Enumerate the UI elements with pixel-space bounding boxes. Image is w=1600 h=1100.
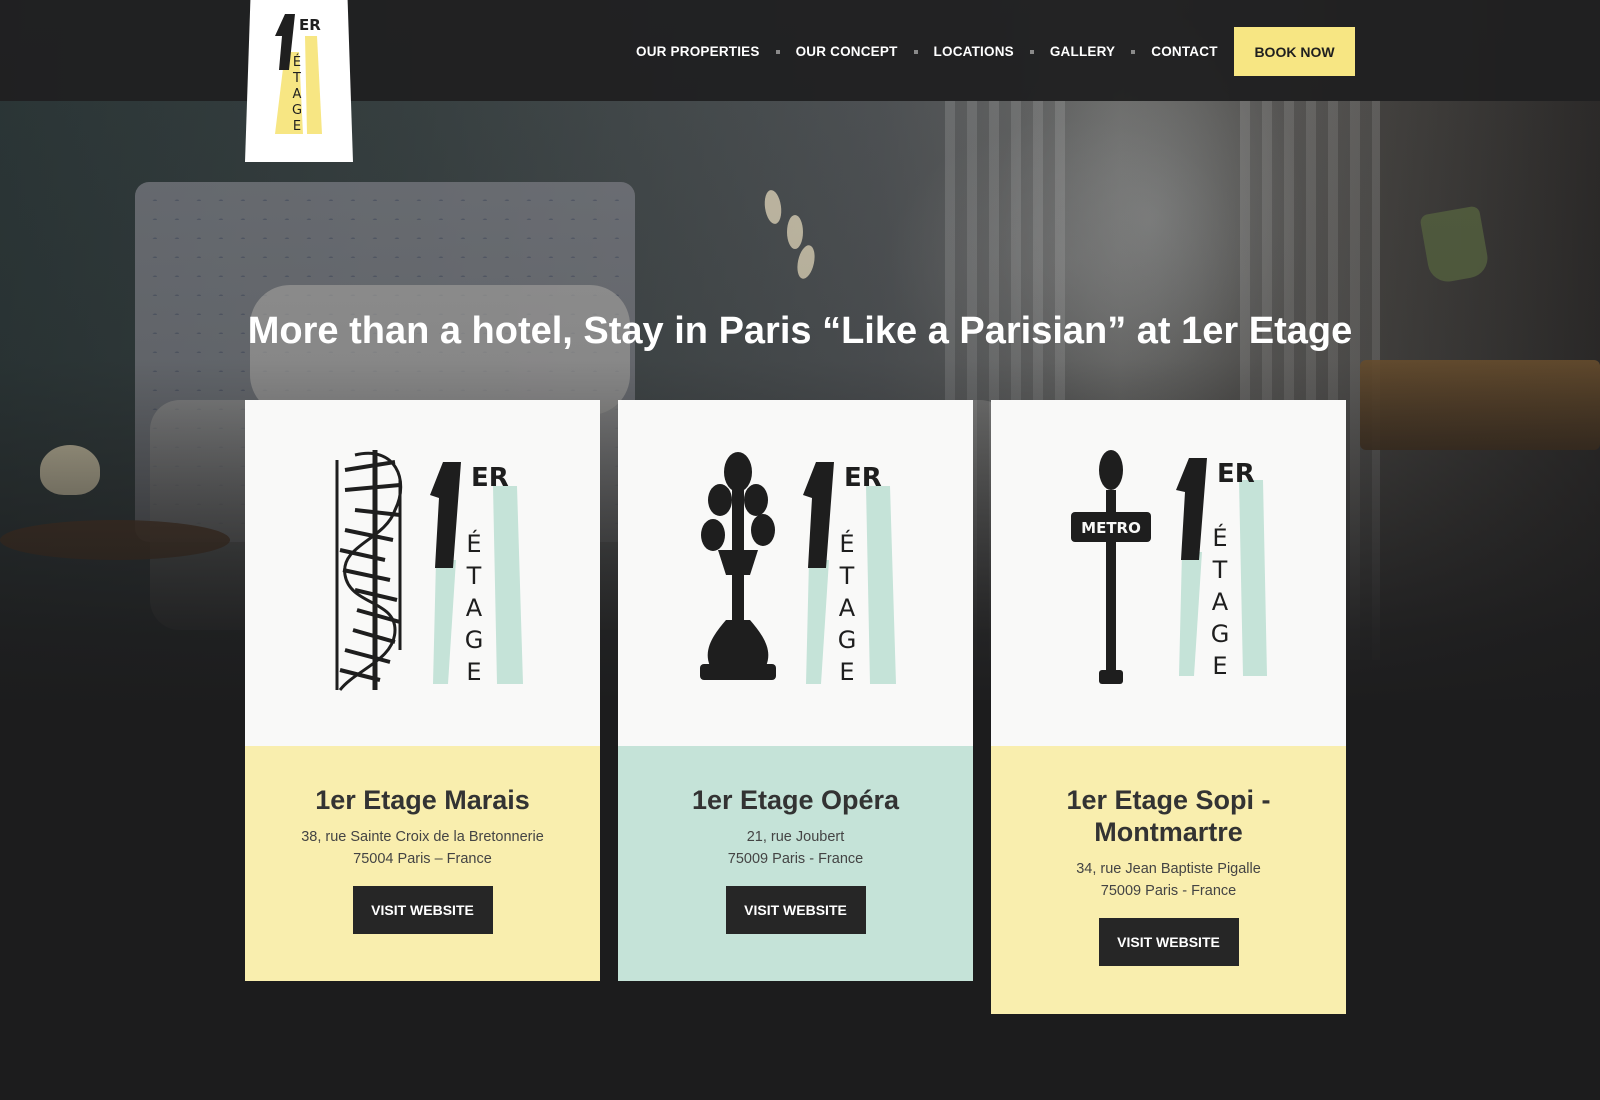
nav-item-contact[interactable]: CONTACT [1151, 44, 1217, 59]
property-info-panel: 1er Etage Sopi - Montmartre 34, rue Jean… [991, 746, 1346, 1014]
visit-website-button[interactable]: VISIT WEBSITE [352, 886, 493, 934]
nav-separator [1029, 49, 1034, 54]
property-address: 38, rue Sainte Croix de la Bretonnerie 7… [245, 826, 600, 870]
address-line-2: 75004 Paris – France [353, 851, 492, 867]
book-now-button[interactable]: BOOK NOW [1234, 27, 1355, 76]
property-card-sopi-montmartre: METRO ER ÉTAGE 1er Etage Sopi - Montmart… [991, 400, 1346, 1014]
address-line-2: 75009 Paris - France [1100, 883, 1237, 899]
nav-separator [913, 49, 918, 54]
address-line-1: 38, rue Sainte Croix de la Bretonnerie [301, 829, 544, 845]
svg-text:ER: ER [844, 463, 882, 493]
svg-text:ER: ER [299, 16, 321, 34]
main-menu: OUR PROPERTIES OUR CONCEPT LOCATIONS GAL… [636, 44, 1254, 59]
nav-item-gallery[interactable]: GALLERY [1050, 44, 1115, 59]
visit-website-button[interactable]: VISIT WEBSITE [1098, 918, 1239, 966]
nav-separator [775, 49, 780, 54]
hero-headline: More than a hotel, Stay in Paris “Like a… [247, 310, 1353, 352]
svg-text:ÉTAGE: ÉTAGE [292, 54, 302, 134]
svg-text:ER: ER [1217, 459, 1255, 489]
property-logo-panel: ER ÉTAGE [618, 400, 973, 746]
property-card-opera: ER ÉTAGE 1er Etage Opéra 21, rue Joubert… [618, 400, 973, 981]
address-line-1: 34, rue Jean Baptiste Pigalle [1076, 861, 1261, 877]
property-title: 1er Etage Sopi - Montmartre [1066, 785, 1271, 847]
metro-label: METRO [1081, 519, 1141, 537]
svg-text:ÉTAGE: ÉTAGE [465, 529, 484, 686]
page: OUR PROPERTIES OUR CONCEPT LOCATIONS GAL… [0, 0, 1600, 1100]
address-line-2: 75009 Paris - France [727, 851, 864, 867]
svg-text:ÉTAGE: ÉTAGE [1211, 523, 1230, 680]
property-title: 1er Etage Opéra [691, 785, 900, 815]
nav-item-locations[interactable]: LOCATIONS [934, 44, 1014, 59]
nav-separator [1131, 49, 1136, 54]
property-info-panel: 1er Etage Opéra 21, rue Joubert 75009 Pa… [618, 746, 973, 981]
property-logo-panel: ER ÉTAGE [245, 400, 600, 746]
svg-text:ÉTAGE: ÉTAGE [838, 529, 857, 686]
metro-sign-icon: METRO ER ÉTAGE [1071, 450, 1267, 684]
address-line-1: 21, rue Joubert [746, 829, 845, 845]
property-card-marais: ER ÉTAGE 1er Etage Marais 38, rue Sainte… [245, 400, 600, 981]
property-info-panel: 1er Etage Marais 38, rue Sainte Croix de… [245, 746, 600, 981]
property-address: 34, rue Jean Baptiste Pigalle 75009 Pari… [991, 858, 1346, 902]
top-navigation-bar: OUR PROPERTIES OUR CONCEPT LOCATIONS GAL… [0, 0, 1600, 101]
svg-text:ER: ER [471, 463, 509, 493]
property-logo-panel: METRO ER ÉTAGE [991, 400, 1346, 746]
nav-item-our-concept[interactable]: OUR CONCEPT [796, 44, 898, 59]
property-title: 1er Etage Marais [315, 785, 530, 815]
spiral-staircase-icon: ER ÉTAGE [335, 450, 523, 691]
property-address: 21, rue Joubert 75009 Paris - France [618, 826, 973, 870]
site-logo[interactable]: ER ÉTAGE [245, 0, 353, 162]
street-lamp-icon: ER ÉTAGE [700, 452, 896, 686]
logo-mark-icon: ER ÉTAGE [275, 14, 322, 134]
visit-website-button[interactable]: VISIT WEBSITE [725, 886, 866, 934]
nav-item-our-properties[interactable]: OUR PROPERTIES [636, 44, 760, 59]
